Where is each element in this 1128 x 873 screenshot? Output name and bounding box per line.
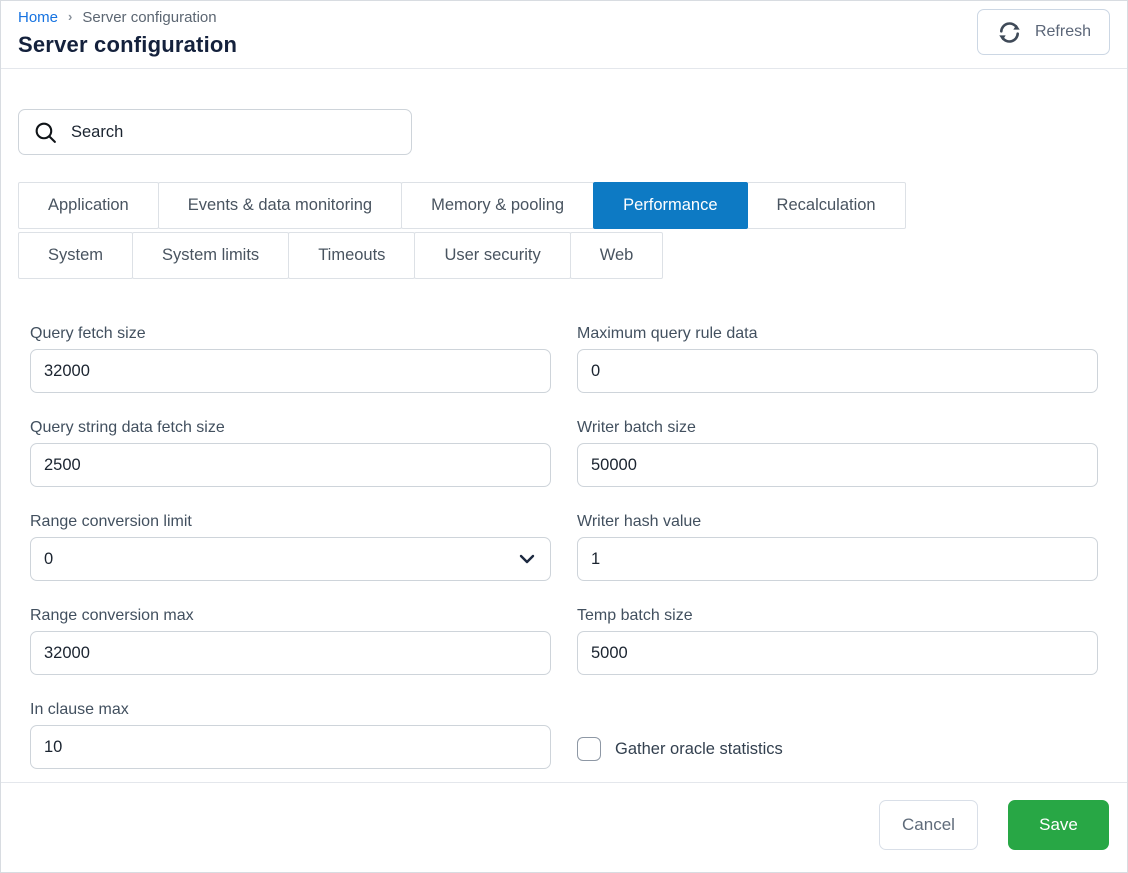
temp-batch-size-input[interactable] [577,631,1098,675]
refresh-button[interactable]: Refresh [977,9,1110,55]
tab-application[interactable]: Application [18,182,159,229]
field-range-conversion-limit: Range conversion limit 0 [30,513,551,581]
in-clause-max-input[interactable] [30,725,551,769]
tab-system-limits[interactable]: System limits [132,232,289,279]
tab-performance[interactable]: Performance [593,182,747,229]
field-range-conversion-max: Range conversion max [30,607,551,675]
field-label: In clause max [30,701,551,719]
page-title: Server configuration [18,32,1110,58]
writer-batch-size-input[interactable] [577,443,1098,487]
field-maximum-query-rule-data: Maximum query rule data [577,325,1098,393]
field-label: Maximum query rule data [577,325,1098,343]
save-button[interactable]: Save [1008,800,1109,850]
tab-timeouts[interactable]: Timeouts [288,232,415,279]
field-query-fetch-size: Query fetch size [30,325,551,393]
field-label: Range conversion max [30,607,551,625]
field-label: Writer hash value [577,513,1098,531]
breadcrumb-current: Server configuration [82,9,216,26]
range-conversion-max-input[interactable] [30,631,551,675]
field-writer-batch-size: Writer batch size [577,419,1098,487]
selected-value: 0 [44,550,53,569]
breadcrumb-home-link[interactable]: Home [18,9,58,26]
field-gather-oracle-statistics: Gather oracle statistics [577,729,1098,769]
tab-events-data-monitoring[interactable]: Events & data monitoring [158,182,402,229]
tab-user-security[interactable]: User security [414,232,570,279]
performance-settings-form: Query fetch size Maximum query rule data… [18,325,1110,769]
breadcrumb: Home › Server configuration [18,7,1110,26]
refresh-icon [996,19,1023,46]
field-label: Range conversion limit [30,513,551,531]
query-string-data-fetch-size-input[interactable] [30,443,551,487]
gather-oracle-statistics-checkbox[interactable] [577,737,601,761]
search-input[interactable] [71,123,397,142]
field-label: Writer batch size [577,419,1098,437]
search-box[interactable] [18,109,412,155]
field-writer-hash-value: Writer hash value [577,513,1098,581]
page-header: Home › Server configuration Server confi… [1,1,1127,69]
main-content: Application Events & data monitoring Mem… [1,69,1127,769]
tab-memory-pooling[interactable]: Memory & pooling [401,182,594,229]
field-temp-batch-size: Temp batch size [577,607,1098,675]
field-label: Temp batch size [577,607,1098,625]
checkbox-label: Gather oracle statistics [615,740,783,759]
tab-recalculation[interactable]: Recalculation [747,182,906,229]
cancel-button[interactable]: Cancel [879,800,978,850]
form-footer: Cancel Save [1,782,1127,872]
tab-row-2: System System limits Timeouts User secur… [18,232,1110,279]
search-icon [33,120,58,145]
tab-row-1: Application Events & data monitoring Mem… [18,182,1110,229]
refresh-button-label: Refresh [1035,23,1091,41]
tab-system[interactable]: System [18,232,133,279]
query-fetch-size-input[interactable] [30,349,551,393]
field-label: Query string data fetch size [30,419,551,437]
breadcrumb-separator-icon: › [68,9,72,24]
field-query-string-data-fetch-size: Query string data fetch size [30,419,551,487]
range-conversion-limit-select[interactable]: 0 [30,537,551,581]
writer-hash-value-input[interactable] [577,537,1098,581]
maximum-query-rule-data-input[interactable] [577,349,1098,393]
settings-tabs: Application Events & data monitoring Mem… [18,182,1110,279]
chevron-down-icon [517,549,537,569]
field-label: Query fetch size [30,325,551,343]
tab-web[interactable]: Web [570,232,664,279]
field-in-clause-max: In clause max [30,701,551,769]
